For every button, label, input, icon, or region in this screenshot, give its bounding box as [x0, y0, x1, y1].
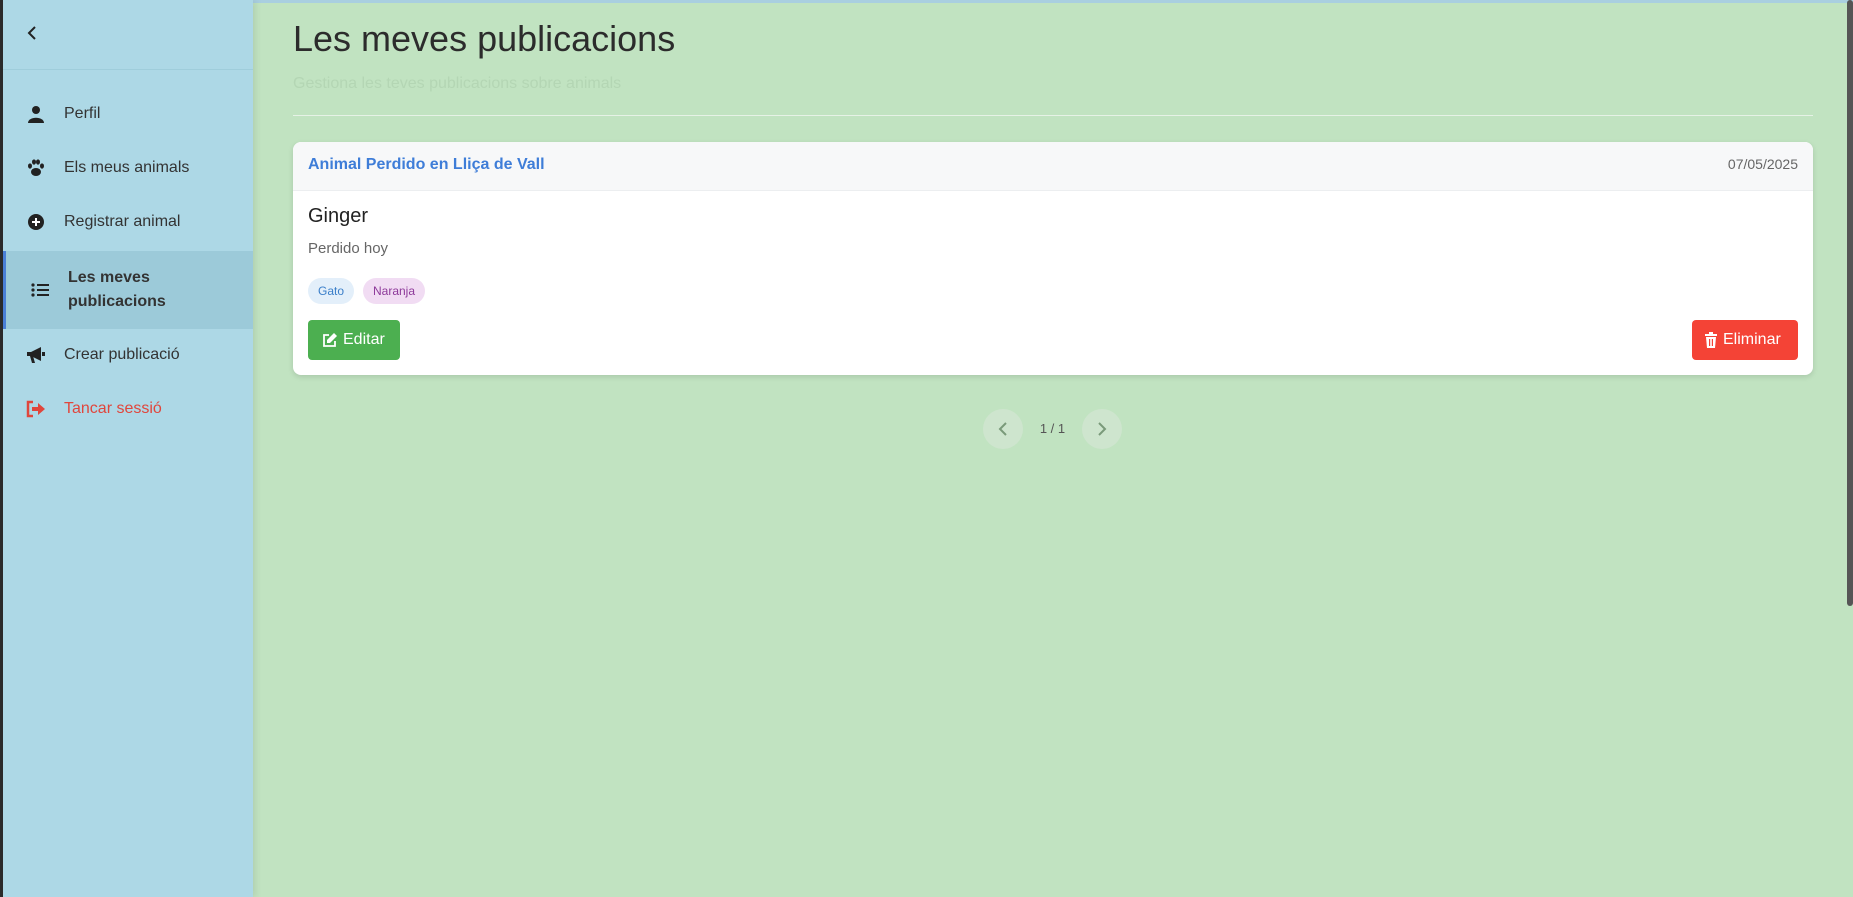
post-description: Perdido hoy [308, 240, 389, 257]
delete-button-label: Eliminar [1723, 331, 1781, 348]
user-icon [23, 104, 49, 124]
tag-species: Gato [308, 278, 355, 304]
edit-button[interactable]: Editar [308, 320, 400, 360]
sidebar-item-label: Crear publicació [64, 346, 180, 363]
sidebar-item-perfil[interactable]: Perfil [3, 87, 253, 141]
previous-page-button[interactable] [983, 409, 1023, 449]
edit-button-label: Editar [343, 331, 385, 348]
sidebar-collapse-button[interactable] [17, 18, 47, 48]
scrollbar[interactable] [1847, 0, 1853, 606]
plus-circle-icon [23, 212, 49, 232]
delete-button[interactable]: Eliminar [1692, 320, 1798, 360]
chevron-left-icon [27, 26, 36, 40]
trash-icon [1704, 332, 1718, 348]
sidebar-item-label: Perfil [64, 105, 101, 122]
chevron-left-icon [998, 422, 1007, 436]
sidebar-divider [3, 69, 253, 70]
sidebar-item-registrar-animal[interactable]: Registrar animal [3, 195, 253, 249]
paw-icon [23, 158, 49, 178]
sidebar-item-els-meus-animals[interactable]: Els meus animals [3, 141, 253, 195]
post-title[interactable]: Animal Perdido en Lliça de Vall [308, 156, 545, 174]
page-indicator: 1 / 1 [1039, 421, 1066, 436]
sidebar-item-les-meves-publicacions[interactable]: Les meves publicacions [3, 251, 253, 329]
pagination: 1 / 1 [983, 409, 1123, 449]
next-page-button[interactable] [1082, 409, 1122, 449]
top-edge [0, 0, 1853, 3]
logout-icon [23, 399, 49, 419]
animal-name: Ginger [308, 205, 369, 227]
title-divider [293, 115, 1813, 116]
tag-color: Naranja [363, 278, 426, 304]
sidebar-item-label: Registrar animal [64, 213, 181, 230]
sidebar-item-label: Les meves publicacions [68, 269, 166, 310]
sidebar-item-tancar-sessio[interactable]: Tancar sessió [3, 382, 253, 436]
edit-icon [322, 332, 338, 348]
sidebar-item-label: Els meus animals [64, 159, 190, 176]
post-card: Animal Perdido en Lliça de Vall 07/05/20… [293, 142, 1813, 375]
chevron-right-icon [1098, 422, 1107, 436]
sidebar-item-label: Tancar sessió [64, 400, 162, 417]
sidebar-item-crear-publicacio[interactable]: Crear publicació [3, 328, 253, 382]
list-icon [27, 280, 53, 300]
page-title: Les meves publicacions [293, 18, 676, 59]
post-date: 07/05/2025 [1727, 156, 1798, 172]
page-subtitle: Gestiona les teves publicacions sobre an… [293, 75, 622, 92]
sidebar: Perfil Els meus animals Registrar animal… [3, 0, 253, 897]
megaphone-icon [23, 345, 49, 365]
post-card-header: Animal Perdido en Lliça de Vall 07/05/20… [293, 142, 1813, 191]
